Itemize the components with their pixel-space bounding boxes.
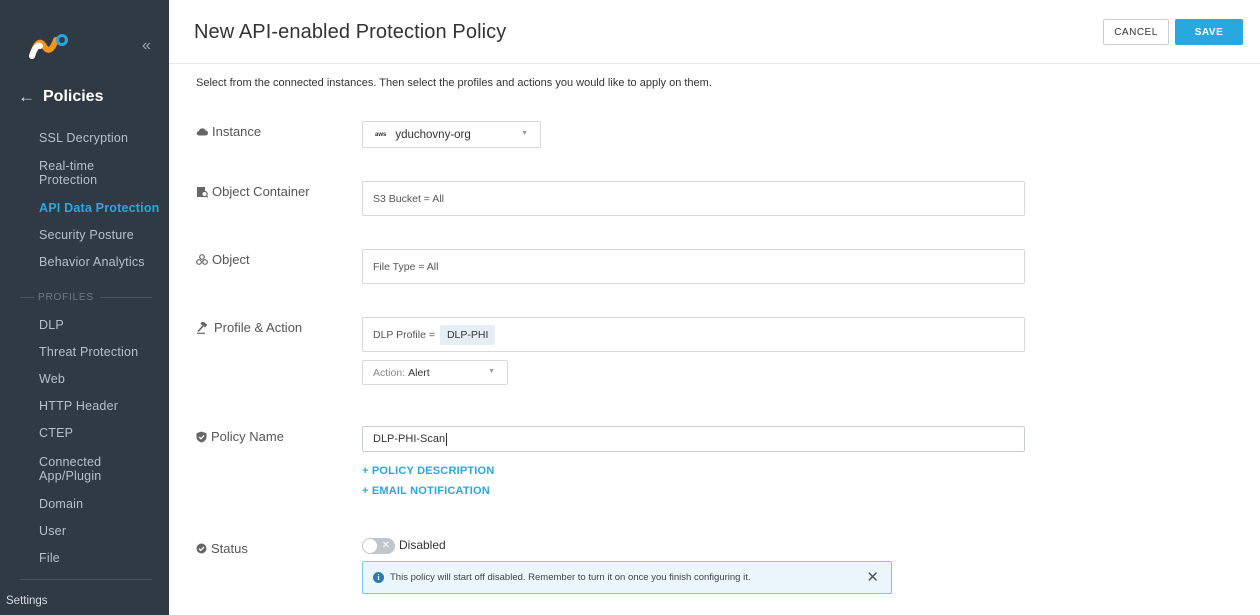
- sidebar-item-http-header[interactable]: HTTP Header: [39, 399, 164, 413]
- object-container-field[interactable]: S3 Bucket = All: [362, 181, 1025, 216]
- profiles-section-label: PROFILES: [20, 292, 152, 303]
- objects-icon: [196, 254, 208, 265]
- cancel-button[interactable]: CANCEL: [1103, 19, 1169, 45]
- sidebar-item-behavior-analytics[interactable]: Behavior Analytics: [39, 255, 164, 269]
- back-to-policies[interactable]: ← Policies: [18, 87, 103, 107]
- sidebar-item-file[interactable]: File: [39, 551, 164, 565]
- add-policy-description-link[interactable]: + POLICY DESCRIPTION: [362, 465, 494, 477]
- profile-action-label: Profile & Action: [196, 320, 302, 335]
- policy-name-label: Policy Name: [196, 429, 284, 444]
- netskope-logo-icon: [29, 34, 68, 59]
- object-label: Object: [196, 252, 250, 267]
- sidebar-item-connected-app-plugin[interactable]: Connected App/Plugin: [39, 455, 164, 483]
- page-title: New API-enabled Protection Policy: [194, 21, 507, 43]
- sidebar: « ← Policies SSL Decryption Real-time Pr…: [0, 0, 169, 615]
- chevron-down-icon: ▼: [521, 130, 528, 137]
- alert-message: This policy will start off disabled. Rem…: [390, 572, 751, 583]
- sidebar-item-domain[interactable]: Domain: [39, 497, 164, 511]
- instance-select[interactable]: aws yduchovny-org ▼: [362, 121, 541, 148]
- toggle-knob: [363, 539, 377, 553]
- status-value: Disabled: [399, 538, 446, 552]
- disabled-info-alert: i This policy will start off disabled. R…: [362, 561, 892, 594]
- instance-value: yduchovny-org: [395, 128, 471, 141]
- object-container-label: Object Container: [196, 184, 310, 199]
- sidebar-item-dlp[interactable]: DLP: [39, 318, 164, 332]
- info-icon: i: [373, 572, 384, 583]
- instance-label: Instance: [196, 124, 261, 139]
- intro-text: Select from the connected instances. The…: [196, 77, 712, 89]
- sidebar-item-real-time-protection[interactable]: Real-time Protection: [39, 159, 164, 187]
- arrow-left-icon: ←: [18, 87, 35, 106]
- chevron-down-icon: ▼: [488, 368, 495, 375]
- status-toggle[interactable]: ✕: [362, 538, 395, 554]
- collapse-sidebar-icon[interactable]: «: [142, 37, 151, 55]
- policy-name-input[interactable]: DLP-PHI-Scan: [362, 426, 1025, 452]
- aws-icon: aws: [375, 131, 387, 138]
- dlp-profile-chip[interactable]: DLP-PHI: [439, 324, 496, 345]
- check-circle-icon: [196, 543, 207, 554]
- status-label: Status: [196, 541, 248, 556]
- sidebar-item-settings[interactable]: Settings: [6, 595, 48, 607]
- shield-icon: [196, 431, 207, 442]
- sidebar-item-threat-protection[interactable]: Threat Protection: [39, 345, 164, 359]
- policies-heading: Policies: [43, 88, 104, 105]
- sidebar-item-security-posture[interactable]: Security Posture: [39, 228, 164, 242]
- cloud-icon: [196, 128, 208, 136]
- sidebar-item-user[interactable]: User: [39, 524, 164, 538]
- object-field[interactable]: File Type = All: [362, 249, 1025, 284]
- add-email-notification-link[interactable]: + EMAIL NOTIFICATION: [362, 485, 490, 497]
- action-select[interactable]: Action: Alert ▼: [362, 360, 508, 385]
- close-icon[interactable]: ✕: [866, 570, 879, 585]
- sidebar-divider: [20, 579, 152, 580]
- save-button[interactable]: SAVE: [1175, 19, 1243, 45]
- sidebar-item-ctep[interactable]: CTEP: [39, 426, 164, 440]
- page-header: New API-enabled Protection Policy CANCEL…: [169, 0, 1260, 64]
- gavel-icon: [197, 321, 208, 334]
- text-cursor: [446, 432, 448, 446]
- sidebar-item-web[interactable]: Web: [39, 372, 164, 386]
- dlp-profile-field[interactable]: DLP Profile = DLP-PHI: [362, 317, 1025, 352]
- close-icon: ✕: [381, 540, 390, 551]
- sidebar-item-ssl-decryption[interactable]: SSL Decryption: [39, 131, 164, 145]
- sidebar-item-api-data-protection[interactable]: API Data Protection: [39, 201, 164, 215]
- action-value: Alert: [408, 366, 430, 379]
- bucket-search-icon: [197, 186, 208, 198]
